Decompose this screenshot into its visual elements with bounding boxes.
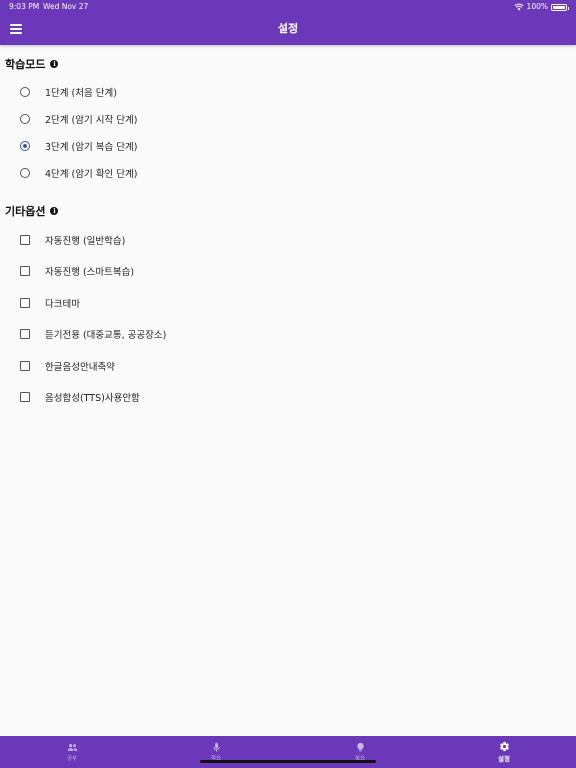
status-bar: 9:03 PM Wed Nov 27 100% xyxy=(0,0,576,14)
battery-icon xyxy=(551,3,569,11)
other-options-title-text: 기타옵션 xyxy=(5,205,46,218)
other-option-korean-voice-short[interactable]: 한글음성안내축약 xyxy=(20,359,115,373)
other-option-label: 음성합성(TTS)사용안함 xyxy=(45,393,140,404)
wifi-icon xyxy=(513,3,524,11)
learning-mode-title-text: 학습모드 xyxy=(5,58,46,71)
lightbulb-icon xyxy=(356,742,364,752)
radio-button[interactable] xyxy=(20,114,30,124)
other-option-label: 듣기전용 (대중교통, 공공장소) xyxy=(45,330,167,341)
learning-mode-option-3[interactable]: 3단계 (암기 복습 단계) xyxy=(20,139,137,153)
learning-mode-option-label: 1단계 (처음 단계) xyxy=(45,88,117,99)
tab-settings[interactable]: 설정 xyxy=(432,736,576,768)
battery-percent: 100% xyxy=(526,2,548,11)
checkbox[interactable] xyxy=(20,298,30,308)
other-option-dark-theme[interactable]: 다크테마 xyxy=(20,296,80,310)
learning-mode-option-1[interactable]: 1단계 (처음 단계) xyxy=(20,85,117,99)
info-icon[interactable]: i xyxy=(50,60,59,68)
tab-label: 공부 xyxy=(66,756,78,762)
other-options-title: 기타옵션 i xyxy=(5,203,59,219)
app-bar: 9:03 PM Wed Nov 27 100% 설정 xyxy=(0,0,576,45)
checkbox[interactable] xyxy=(20,392,30,402)
checkbox[interactable] xyxy=(20,361,30,371)
other-option-tts-off[interactable]: 음성합성(TTS)사용안함 xyxy=(20,390,140,404)
learning-mode-option-label: 4단계 (암기 확인 단계) xyxy=(45,169,138,180)
learning-mode-title: 학습모드 i xyxy=(5,56,59,72)
checkbox[interactable] xyxy=(20,329,30,339)
other-option-auto-general[interactable]: 자동진행 (일반학습) xyxy=(20,233,125,247)
people-icon xyxy=(67,744,77,751)
learning-mode-option-2[interactable]: 2단계 (암기 시작 단계) xyxy=(20,112,137,126)
status-time: 9:03 PM xyxy=(9,2,40,11)
checkbox[interactable] xyxy=(20,266,30,276)
other-option-label: 자동진행 (스마트복습) xyxy=(45,267,135,278)
other-option-label: 한글음성안내축약 xyxy=(45,362,115,373)
status-right: 100% xyxy=(513,0,569,14)
microphone-icon xyxy=(212,742,220,752)
other-option-label: 다크테마 xyxy=(45,299,80,310)
gear-icon xyxy=(499,741,509,752)
tab-study[interactable]: 공부 xyxy=(0,736,144,768)
home-indicator xyxy=(200,760,376,763)
radio-button[interactable] xyxy=(20,141,30,151)
other-option-label: 자동진행 (일반학습) xyxy=(45,236,126,247)
tab-review[interactable]: 복습 xyxy=(288,736,432,768)
checkbox[interactable] xyxy=(20,235,30,245)
other-option-auto-smart[interactable]: 자동진행 (스마트복습) xyxy=(20,264,134,278)
bottom-tab-bar: 공부 학습 복습 설정 xyxy=(0,736,576,768)
radio-button[interactable] xyxy=(20,168,30,178)
radio-button[interactable] xyxy=(20,87,30,97)
learning-mode-option-4[interactable]: 4단계 (암기 확인 단계) xyxy=(20,166,137,180)
other-option-listen-only[interactable]: 듣기전용 (대중교통, 공공장소) xyxy=(20,327,166,341)
learning-mode-option-label: 2단계 (암기 시작 단계) xyxy=(45,115,138,126)
info-icon[interactable]: i xyxy=(50,207,59,215)
learning-mode-option-label: 3단계 (암기 복습 단계) xyxy=(45,142,138,153)
tab-learn[interactable]: 학습 xyxy=(144,736,288,768)
page-title: 설정 xyxy=(277,22,299,35)
status-date: Wed Nov 27 xyxy=(43,2,89,11)
tab-label: 설정 xyxy=(498,755,510,763)
